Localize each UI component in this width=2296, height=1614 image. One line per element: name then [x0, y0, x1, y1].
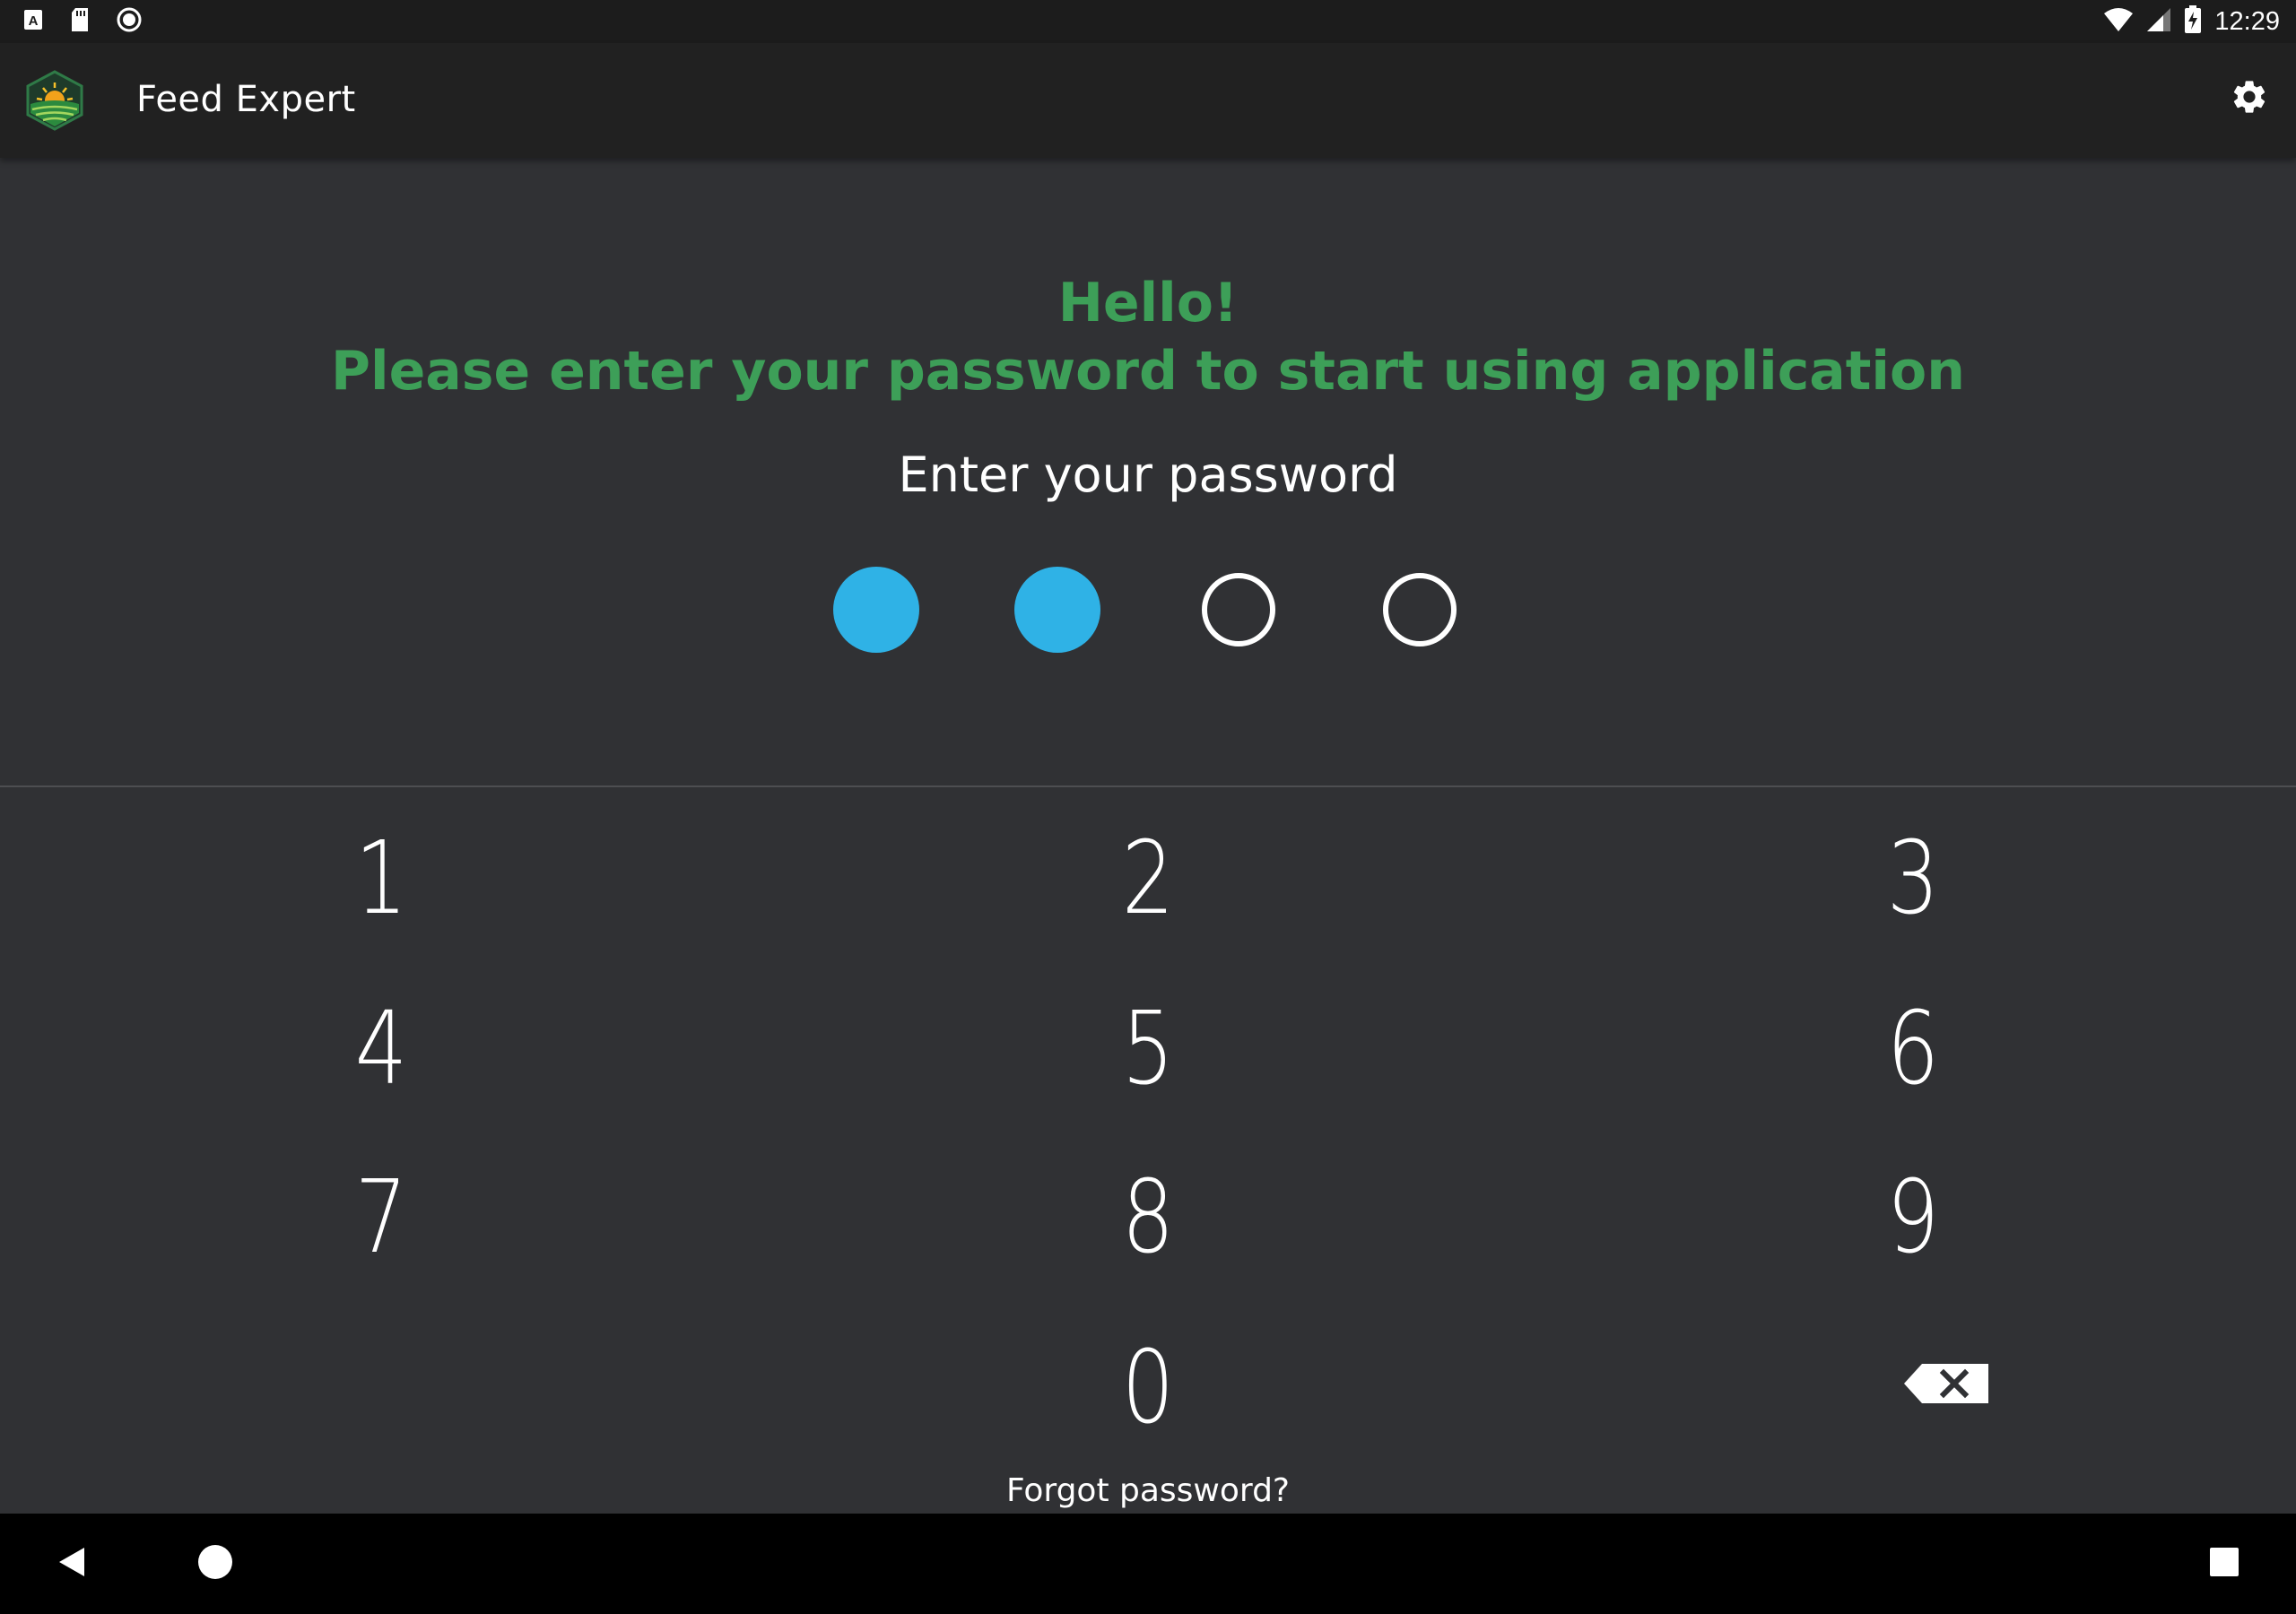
key-0[interactable]: 0 — [1038, 1321, 1258, 1455]
status-notifications: A — [23, 7, 142, 37]
pin-dot-4 — [1383, 573, 1457, 646]
record-icon — [117, 7, 142, 37]
key-6[interactable]: 6 — [1803, 982, 2023, 1116]
battery-charging-icon — [2184, 5, 2202, 39]
home-icon — [197, 1544, 233, 1584]
navigation-bar — [0, 1514, 2296, 1614]
status-time: 12:29 — [2214, 7, 2280, 36]
backspace-icon — [1902, 1362, 1990, 1410]
key-2[interactable]: 2 — [1038, 811, 1258, 946]
notification-a-icon: A — [23, 9, 43, 35]
greeting-title: Hello! — [1057, 272, 1239, 334]
lock-screen: A 12:29 Feed Expert Hello! Please enter … — [0, 0, 2296, 1614]
forgot-password-link[interactable]: Forgot password? — [0, 1472, 2296, 1509]
gear-icon — [2230, 77, 2269, 121]
sd-card-icon — [70, 7, 90, 37]
recents-button[interactable] — [2192, 1532, 2257, 1596]
pin-dot-3 — [1202, 573, 1275, 646]
pin-dot-2 — [1014, 567, 1100, 653]
pin-indicator — [0, 567, 2296, 655]
key-3[interactable]: 3 — [1803, 811, 2023, 946]
cell-signal-icon — [2146, 6, 2171, 38]
back-button[interactable] — [39, 1532, 104, 1596]
password-prompt: Enter your password — [898, 447, 1398, 503]
wifi-icon — [2103, 6, 2134, 38]
app-title: Feed Expert — [136, 79, 356, 120]
recents-icon — [2208, 1546, 2240, 1583]
status-bar: A 12:29 — [0, 0, 2296, 43]
greeting: Hello! Please enter your password to sta… — [0, 269, 2296, 405]
key-8[interactable]: 8 — [1038, 1150, 1258, 1285]
key-5[interactable]: 5 — [1038, 982, 1258, 1116]
feed-expert-logo-icon — [25, 70, 84, 131]
svg-text:A: A — [29, 13, 39, 29]
key-4[interactable]: 4 — [271, 982, 491, 1116]
key-9[interactable]: 9 — [1803, 1150, 2023, 1285]
status-system: 12:29 — [2103, 5, 2280, 39]
home-button[interactable] — [183, 1532, 248, 1596]
keypad-divider — [0, 785, 2296, 787]
back-icon — [54, 1544, 90, 1584]
backspace-button[interactable] — [1866, 1318, 2027, 1453]
pin-dot-1 — [833, 567, 919, 653]
key-1[interactable]: 1 — [271, 811, 491, 946]
greeting-subtitle: Please enter your password to start usin… — [331, 340, 1965, 403]
key-7[interactable]: 7 — [271, 1150, 491, 1285]
settings-button[interactable] — [2221, 70, 2278, 127]
app-bar: Feed Expert — [0, 43, 2296, 158]
